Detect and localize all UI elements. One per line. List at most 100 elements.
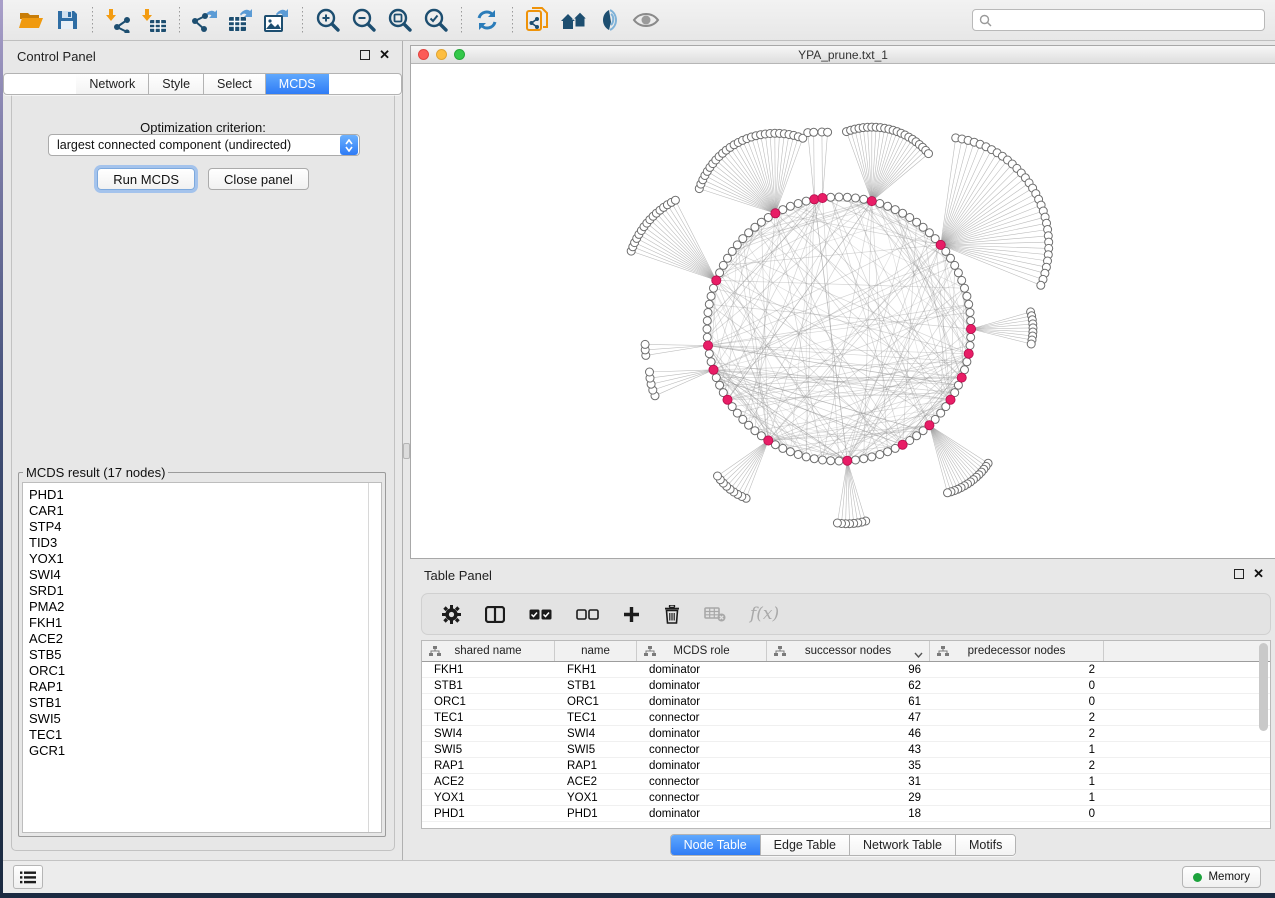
mcds-result-list[interactable]: PHD1CAR1STP4TID3YOX1SWI4SRD1PMA2FKH1ACE2… bbox=[22, 482, 382, 833]
memory-button[interactable]: Memory bbox=[1182, 866, 1261, 888]
delete-column-icon[interactable] bbox=[664, 605, 680, 624]
network-window: YPA_prune.txt_1 bbox=[410, 45, 1275, 559]
tab-edge-table[interactable]: Edge Table bbox=[761, 835, 850, 855]
cell-name: TEC1 bbox=[555, 712, 637, 724]
column-header-predecessor-nodes[interactable]: predecessor nodes bbox=[930, 641, 1104, 661]
tab-network[interactable]: Network bbox=[76, 74, 149, 94]
table-panel-title: Table Panel bbox=[424, 568, 492, 583]
visual-styles-icon[interactable] bbox=[592, 4, 628, 36]
cell-MCDS-role: dominator bbox=[637, 728, 767, 740]
table-row[interactable]: YOX1YOX1connector291 bbox=[422, 790, 1270, 806]
mcds-result-item[interactable]: FKH1 bbox=[29, 615, 381, 631]
table-row[interactable]: ORC1ORC1dominator610 bbox=[422, 694, 1270, 710]
tab-network-table[interactable]: Network Table bbox=[850, 835, 956, 855]
mcds-result-item[interactable]: TEC1 bbox=[29, 727, 381, 743]
add-column-icon[interactable] bbox=[623, 606, 640, 623]
settings-gear-icon[interactable] bbox=[442, 605, 461, 624]
zoom-fit-icon[interactable] bbox=[382, 4, 418, 36]
split-pane-divider[interactable] bbox=[403, 41, 410, 860]
close-panel-icon[interactable]: ✕ bbox=[379, 50, 390, 60]
list-icon bbox=[20, 871, 36, 884]
mcds-result-item[interactable]: PHD1 bbox=[29, 487, 381, 503]
zoom-selected-icon[interactable] bbox=[418, 4, 454, 36]
select-all-icon[interactable] bbox=[529, 609, 552, 620]
close-panel-button[interactable]: Close panel bbox=[208, 168, 309, 190]
mcds-result-item[interactable]: YOX1 bbox=[29, 551, 381, 567]
mcds-result-item[interactable]: GCR1 bbox=[29, 743, 381, 759]
hierarchy-icon bbox=[774, 646, 786, 660]
tab-style[interactable]: Style bbox=[149, 74, 204, 94]
network-view[interactable] bbox=[411, 65, 1275, 558]
column-header-name[interactable]: name bbox=[555, 641, 637, 661]
cell-MCDS-role: dominator bbox=[637, 808, 767, 820]
import-network-icon[interactable] bbox=[100, 4, 136, 36]
zoom-in-icon[interactable] bbox=[310, 4, 346, 36]
search-input[interactable] bbox=[997, 13, 1258, 27]
save-icon[interactable] bbox=[49, 4, 85, 36]
node-table[interactable]: shared namenameMCDS role successor nodes p… bbox=[421, 640, 1271, 829]
mcds-result-item[interactable]: SWI5 bbox=[29, 711, 381, 727]
hierarchy-icon bbox=[937, 646, 949, 660]
list-scrollbar[interactable] bbox=[368, 483, 381, 832]
export-table-icon[interactable] bbox=[223, 4, 259, 36]
export-network-icon[interactable] bbox=[187, 4, 223, 36]
tab-motifs[interactable]: Motifs bbox=[956, 835, 1015, 855]
task-history-button[interactable] bbox=[13, 865, 43, 889]
zoom-out-icon[interactable] bbox=[346, 4, 382, 36]
table-row[interactable]: STB1STB1dominator620 bbox=[422, 678, 1270, 694]
mcds-result-item[interactable]: STB5 bbox=[29, 647, 381, 663]
tab-mcds[interactable]: MCDS bbox=[266, 74, 329, 94]
table-row[interactable]: SWI5SWI5connector431 bbox=[422, 742, 1270, 758]
network-window-titlebar[interactable]: YPA_prune.txt_1 bbox=[411, 46, 1275, 64]
column-header-MCDS-role[interactable]: MCDS role bbox=[637, 641, 767, 661]
network-search-box[interactable] bbox=[972, 9, 1265, 31]
dropdown-stepper-icon bbox=[340, 135, 358, 155]
table-row[interactable]: SWI4SWI4dominator462 bbox=[422, 726, 1270, 742]
table-scrollbar[interactable] bbox=[1259, 643, 1268, 731]
mcds-result-item[interactable]: SRD1 bbox=[29, 583, 381, 599]
mcds-result-item[interactable]: ORC1 bbox=[29, 663, 381, 679]
cell-successor-nodes: 96 bbox=[767, 664, 930, 676]
mcds-result-item[interactable]: ACE2 bbox=[29, 631, 381, 647]
open-folder-icon[interactable] bbox=[13, 4, 49, 36]
column-header-shared-name[interactable]: shared name bbox=[422, 641, 555, 661]
split-panel-icon[interactable] bbox=[485, 606, 505, 623]
mcds-result-item[interactable]: STP4 bbox=[29, 519, 381, 535]
import-table-icon[interactable] bbox=[136, 4, 172, 36]
table-row[interactable]: RAP1RAP1dominator352 bbox=[422, 758, 1270, 774]
hierarchy-icon bbox=[429, 646, 441, 660]
float-window-icon[interactable] bbox=[1234, 569, 1244, 579]
mcds-result-item[interactable]: STB1 bbox=[29, 695, 381, 711]
deselect-all-icon[interactable] bbox=[576, 609, 599, 620]
tab-select[interactable]: Select bbox=[204, 74, 266, 94]
float-window-icon[interactable] bbox=[360, 50, 370, 60]
table-row[interactable]: TEC1TEC1connector472 bbox=[422, 710, 1270, 726]
dropdown-value: largest connected component (undirected) bbox=[49, 138, 340, 152]
cell-predecessor-nodes: 2 bbox=[930, 712, 1104, 724]
divider-handle[interactable] bbox=[403, 443, 410, 459]
refresh-icon[interactable] bbox=[469, 4, 505, 36]
tab-node-table[interactable]: Node Table bbox=[671, 835, 761, 855]
memory-label: Memory bbox=[1208, 871, 1250, 883]
export-image-icon[interactable] bbox=[259, 4, 295, 36]
table-row[interactable]: PHD1PHD1dominator180 bbox=[422, 806, 1270, 822]
show-hide-eye-icon[interactable] bbox=[628, 4, 664, 36]
memory-status-icon bbox=[1193, 873, 1202, 882]
column-label: successor nodes bbox=[805, 645, 891, 657]
column-header-successor-nodes[interactable]: successor nodes bbox=[767, 641, 930, 661]
cell-MCDS-role: dominator bbox=[637, 760, 767, 772]
cell-name: SWI4 bbox=[555, 728, 637, 740]
table-row[interactable]: ACE2ACE2connector311 bbox=[422, 774, 1270, 790]
mcds-result-item[interactable]: PMA2 bbox=[29, 599, 381, 615]
run-mcds-button[interactable]: Run MCDS bbox=[97, 168, 195, 190]
mcds-result-item[interactable]: RAP1 bbox=[29, 679, 381, 695]
close-panel-icon[interactable]: ✕ bbox=[1253, 569, 1264, 579]
cell-MCDS-role: dominator bbox=[637, 696, 767, 708]
optimization-criterion-dropdown[interactable]: largest connected component (undirected) bbox=[48, 134, 360, 156]
mcds-result-item[interactable]: SWI4 bbox=[29, 567, 381, 583]
table-row[interactable]: FKH1FKH1dominator962 bbox=[422, 662, 1270, 678]
mcds-result-item[interactable]: TID3 bbox=[29, 535, 381, 551]
search-networks-icon[interactable] bbox=[556, 4, 592, 36]
mcds-result-item[interactable]: CAR1 bbox=[29, 503, 381, 519]
share-document-icon[interactable] bbox=[520, 4, 556, 36]
